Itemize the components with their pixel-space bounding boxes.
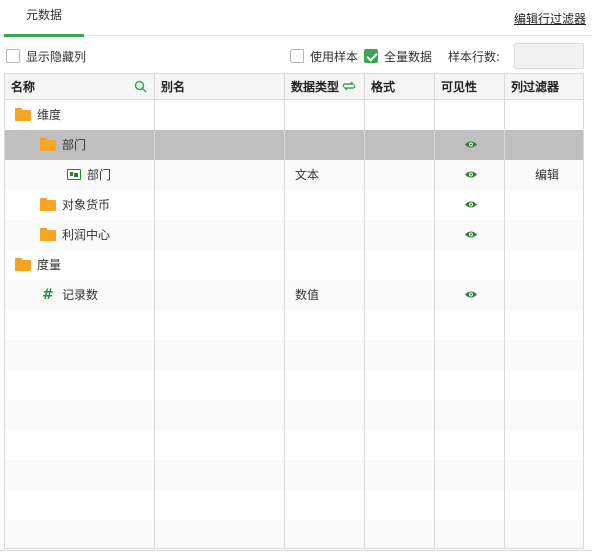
use-sample-label: 使用样本 (310, 50, 359, 64)
folder-icon (40, 138, 56, 151)
tab-metadata[interactable]: 元数据 (4, 0, 84, 37)
empty-row (5, 340, 583, 370)
folder-icon (40, 228, 56, 241)
show-hidden-checkbox[interactable] (6, 49, 20, 63)
folder-icon (15, 258, 31, 271)
row-name: 部门 (87, 168, 112, 182)
show-hidden-label: 显示隐藏列 (26, 50, 87, 64)
full-data-label: 全量数据 (384, 50, 433, 64)
tree-row-record-count[interactable]: # 记录数 数值 (5, 280, 583, 310)
tree-row-department-folder[interactable]: 部门 (5, 130, 583, 160)
sample-rows-label: 样本行数: (448, 50, 501, 64)
empty-row (5, 400, 583, 430)
row-name: 记录数 (62, 288, 99, 302)
use-sample-checkbox[interactable] (290, 49, 304, 63)
column-divider (284, 100, 285, 548)
hash-icon: # (42, 287, 54, 303)
sample-rows-input[interactable] (514, 43, 584, 69)
swap-icon[interactable] (342, 80, 356, 92)
edit-filter-link[interactable]: 编辑 (535, 160, 559, 190)
column-name-label: 名称 (11, 80, 36, 94)
tree-row-department-field[interactable]: 部门 文本 编辑 (5, 160, 583, 190)
folder-icon (15, 108, 31, 121)
toolbar: 显示隐藏列 使用样本 全量数据 样本行数: (0, 40, 592, 72)
row-name: 对象货币 (62, 198, 111, 212)
tree-row-measure[interactable]: 度量 (5, 250, 583, 280)
column-divider (154, 100, 155, 548)
empty-row (5, 430, 583, 460)
folder-icon (40, 198, 56, 211)
empty-row (5, 370, 583, 400)
tree-row-profit-center[interactable]: 利润中心 (5, 220, 583, 250)
eye-icon[interactable] (464, 200, 478, 209)
row-data-type: 数值 (295, 288, 320, 302)
column-divider (504, 100, 505, 548)
column-divider (364, 100, 365, 548)
empty-row (5, 310, 583, 340)
metadata-grid: 名称 别名 数据类型 格式 可见性 列过滤器 维度 部门 部门 文本 编辑 对象… (4, 73, 584, 549)
column-divider (434, 100, 435, 548)
row-name: 利润中心 (62, 228, 111, 242)
eye-icon[interactable] (464, 140, 478, 149)
row-name: 维度 (37, 108, 62, 122)
column-header-format[interactable]: 格式 (365, 74, 435, 100)
column-data-type-label: 数据类型 (291, 80, 340, 94)
row-name: 部门 (62, 138, 87, 152)
row-data-type: 文本 (295, 168, 320, 182)
search-icon[interactable] (134, 80, 147, 93)
column-header-name[interactable]: 名称 (5, 74, 155, 100)
empty-row (5, 520, 583, 548)
tree-row-object-currency[interactable]: 对象货币 (5, 190, 583, 220)
empty-row (5, 490, 583, 520)
empty-row (5, 460, 583, 490)
eye-icon[interactable] (464, 290, 478, 299)
grid-header: 名称 别名 数据类型 格式 可见性 列过滤器 (5, 74, 583, 100)
text-field-icon (67, 169, 81, 180)
column-header-alias[interactable]: 别名 (155, 74, 285, 100)
full-data-checkbox[interactable] (364, 49, 378, 63)
eye-icon[interactable] (464, 170, 478, 179)
column-header-filter[interactable]: 列过滤器 (505, 74, 583, 100)
eye-icon[interactable] (464, 230, 478, 239)
bottom-divider (0, 550, 592, 551)
tree-row-dimension[interactable]: 维度 (5, 100, 583, 130)
edit-row-filter-link[interactable]: 编辑行过滤器 (514, 10, 586, 27)
tab-bar: 元数据 编辑行过滤器 (0, 0, 592, 37)
column-header-visibility[interactable]: 可见性 (435, 74, 505, 100)
row-name: 度量 (37, 258, 62, 272)
